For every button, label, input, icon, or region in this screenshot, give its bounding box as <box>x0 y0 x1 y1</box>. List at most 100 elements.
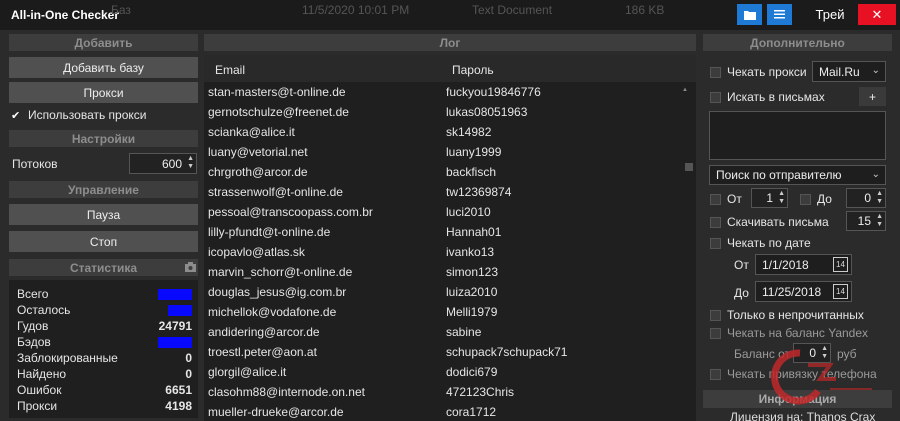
row-password: fuckyou19846776 <box>446 85 541 99</box>
checkbox-box <box>710 309 721 321</box>
table-row[interactable]: chrgroth@arcor.de backfisch <box>204 162 684 182</box>
table-row[interactable]: mueller-drueke@arcor.de cora1712 <box>204 402 684 421</box>
column-header-email[interactable]: Email <box>215 63 245 77</box>
chevron-down-icon: ⌄ <box>871 169 880 180</box>
scroll-up-icon[interactable]: ▲ <box>682 87 688 93</box>
table-row[interactable]: lilly-pfundt@t-online.de Hannah01 <box>204 222 684 242</box>
license-text: Лицензия на: Thanos Crax <box>730 410 876 421</box>
threads-value: 600 <box>161 156 182 171</box>
user-button[interactable]: Трей <box>808 4 852 25</box>
calendar-icon[interactable]: 14 <box>833 257 848 272</box>
redacted-value <box>158 289 192 300</box>
yandex-balance-label: Чекать на баланс Yandex <box>727 326 869 340</box>
search-letters-checkbox[interactable]: Искать в письмах <box>710 90 825 104</box>
from-checkbox[interactable]: От <box>710 192 742 206</box>
check-proxy-checkbox[interactable]: Чекать прокси <box>710 65 807 79</box>
row-email: troestl.peter@aon.at <box>208 345 317 359</box>
proxy-service-value: Mail.Ru <box>819 64 860 79</box>
add-search-term-button[interactable]: + <box>859 87 886 106</box>
pause-button[interactable]: Пауза <box>9 204 198 225</box>
search-mode-value: Поиск по отправителю <box>716 168 842 182</box>
log-table[interactable]: Email Пароль stan-masters@t-online.de fuc… <box>204 55 696 421</box>
table-row[interactable]: michellok@vodafone.de Melli1979 <box>204 302 684 322</box>
check-proxy-label: Чекать прокси <box>727 65 807 79</box>
check-by-date-checkbox[interactable]: Чекать по дате <box>710 236 811 250</box>
stat-value: 6651 <box>165 383 192 397</box>
spin-arrows-icon[interactable]: ▲ ▼ <box>778 190 785 206</box>
log-section-header: Лог <box>204 34 696 51</box>
table-row[interactable]: troestl.peter@aon.at schupack7schupack71 <box>204 342 684 362</box>
download-count-spinner[interactable]: 15 ▲ ▼ <box>846 211 886 231</box>
spin-arrows-icon[interactable]: ▲ ▼ <box>876 190 883 206</box>
proxy-service-select[interactable]: Mail.Ru ⌄ <box>812 61 886 82</box>
camera-icon[interactable] <box>185 262 196 272</box>
row-password: schupack7schupack71 <box>446 345 568 359</box>
row-email: strassenwolf@t-online.de <box>208 185 343 199</box>
to-checkbox[interactable]: До <box>800 192 832 206</box>
table-row[interactable]: icopavlo@atlas.sk ivanko13 <box>204 242 684 262</box>
checkbox-box <box>710 66 721 78</box>
to-spinner[interactable]: 0 ▲ ▼ <box>846 188 886 208</box>
table-row[interactable]: stan-masters@t-online.de fuckyou19846776 <box>204 82 684 102</box>
table-row[interactable]: pessoal@transcoopass.com.br luci2010 <box>204 202 684 222</box>
table-row[interactable]: glorgil@alice.it dodici679 <box>204 362 684 382</box>
check-by-date-label: Чекать по дате <box>727 236 811 250</box>
search-terms-textarea[interactable] <box>709 111 886 160</box>
search-mode-select[interactable]: Поиск по отправителю ⌄ <box>709 165 886 185</box>
stat-row-total: Всего <box>17 287 192 303</box>
table-row[interactable]: luany@vetorial.net luany1999 <box>204 142 684 162</box>
use-proxy-checkbox[interactable]: ✔ Использовать прокси <box>11 108 147 122</box>
stat-label: Бэдов <box>17 335 51 349</box>
stat-row-proxies: Прокси 4198 <box>17 399 192 415</box>
add-base-button[interactable]: Добавить базу <box>9 57 198 78</box>
download-count-value: 15 <box>857 214 871 228</box>
close-button[interactable]: ✕ <box>858 4 896 25</box>
spin-arrows-icon[interactable]: ▲ ▼ <box>187 155 194 171</box>
proxy-button[interactable]: Прокси <box>9 82 198 103</box>
log-scrollbar-thumb[interactable] <box>685 163 693 171</box>
date-to-label: До <box>734 286 749 300</box>
checkbox-box <box>710 368 721 380</box>
checkbox-box <box>710 327 721 339</box>
table-row[interactable]: scianka@alice.it sk14982 <box>204 122 684 142</box>
table-row[interactable]: strassenwolf@t-online.de tw12369874 <box>204 182 684 202</box>
row-email: chrgroth@arcor.de <box>208 165 308 179</box>
table-row[interactable]: clasohm88@internode.on.net 472123Chris <box>204 382 684 402</box>
unread-only-checkbox[interactable]: Только в непрочитанных <box>710 308 864 322</box>
spin-arrows-icon[interactable]: ▲ ▼ <box>876 213 883 229</box>
table-row[interactable]: douglas_jesus@ig.com.br luiza2010 <box>204 282 684 302</box>
row-email: pessoal@transcoopass.com.br <box>208 205 373 219</box>
open-folder-button[interactable] <box>737 4 762 25</box>
row-password: Melli1979 <box>446 305 498 319</box>
stat-row-good: Гудов 24791 <box>17 319 192 335</box>
date-to-picker[interactable]: 11/25/2018 14 <box>755 281 852 302</box>
date-from-picker[interactable]: 1/1/2018 14 <box>755 254 852 275</box>
stat-row-remaining: Осталось <box>17 303 192 319</box>
checkbox-box <box>710 193 721 205</box>
stop-button[interactable]: Стоп <box>9 231 198 252</box>
background-ghost-text: Баз <box>111 3 131 17</box>
row-password: luci2010 <box>446 205 491 219</box>
row-password: sabine <box>446 325 482 339</box>
table-row[interactable]: marvin_schorr@t-online.de simon123 <box>204 262 684 282</box>
checkbox-box <box>710 91 721 103</box>
stat-value: 0 <box>185 351 192 365</box>
download-letters-checkbox[interactable]: Скачивать письма <box>710 215 829 229</box>
stat-label: Всего <box>17 287 49 301</box>
yandex-balance-checkbox[interactable]: Чекать на баланс Yandex <box>710 326 868 340</box>
row-password: Hannah01 <box>446 225 502 239</box>
threads-spinner[interactable]: 600 ▲ ▼ <box>129 153 197 174</box>
add-section-header: Добавить <box>9 34 198 51</box>
calendar-icon[interactable]: 14 <box>833 284 848 299</box>
table-row[interactable]: gernotschulze@freenet.de lukas08051963 <box>204 102 684 122</box>
date-to-value: 11/25/2018 <box>762 284 822 299</box>
menu-button[interactable] <box>767 4 792 25</box>
row-password: backfisch <box>446 165 497 179</box>
settings-section-header: Настройки <box>9 130 198 147</box>
row-email: gernotschulze@freenet.de <box>208 105 349 119</box>
from-spinner[interactable]: 1 ▲ ▼ <box>751 188 788 208</box>
column-header-password[interactable]: Пароль <box>452 63 494 77</box>
stat-label: Заблокированные <box>17 351 118 365</box>
table-row[interactable]: andidering@arcor.de sabine <box>204 322 684 342</box>
background-ghost-text: 11/5/2020 10:01 PM <box>302 3 410 17</box>
